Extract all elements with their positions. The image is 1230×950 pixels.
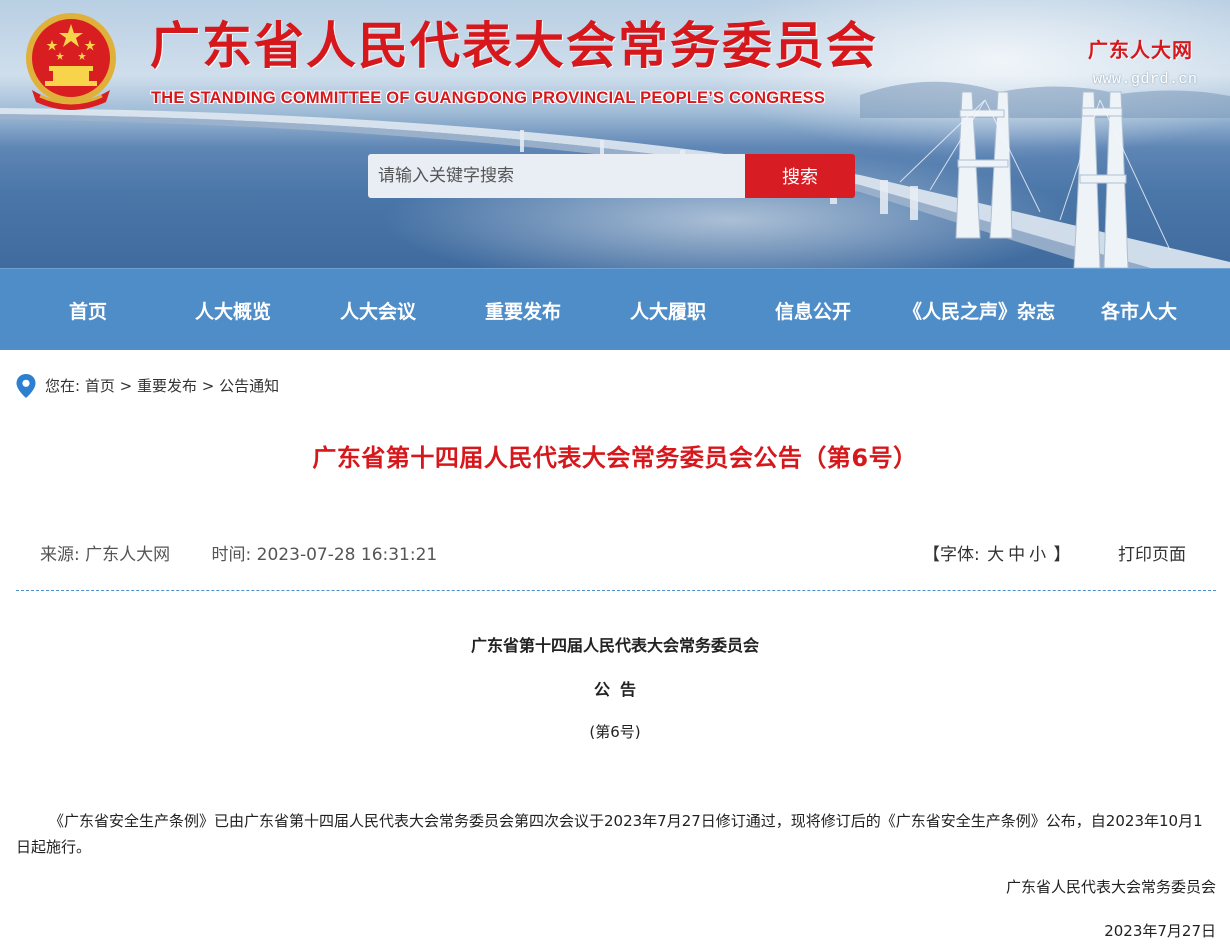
doc-date: 2023年7月27日 — [1104, 922, 1216, 940]
search-button[interactable]: 搜索 — [745, 154, 855, 198]
breadcrumb-prefix: 您在: — [45, 377, 85, 395]
doc-heading: 广东省第十四届人民代表大会常务委员会 — [470, 636, 759, 655]
breadcrumb-item-releases[interactable]: 重要发布 — [137, 377, 197, 395]
nav-item-home[interactable]: 首页 — [69, 269, 107, 350]
article-divider — [16, 590, 1216, 591]
article-title: 广东省第十四届人民代表大会常务委员会公告（第6号） — [312, 444, 918, 472]
font-size-large[interactable]: 大 — [987, 545, 1004, 565]
search-input[interactable] — [368, 154, 746, 198]
font-size-small[interactable]: 小 — [1029, 545, 1046, 565]
breadcrumb-item-home[interactable]: 首页 — [85, 377, 115, 395]
doc-body: 《广东省安全生产条例》已由广东省第十四届人民代表大会常务委员会第四次会议于202… — [16, 812, 1203, 856]
article-tools: 【字体: 大中小 】 打印页面 — [923, 540, 1186, 565]
main-nav: 首页 人大概览 人大会议 重要发布 人大履职 信息公开 《人民之声》杂志 各市人… — [0, 268, 1230, 350]
breadcrumb-item-notices[interactable]: 公告通知 — [219, 377, 279, 395]
site-name-logo[interactable]: 广东人大网 — [1088, 34, 1193, 63]
nav-item-disclosure[interactable]: 信息公开 — [775, 269, 851, 350]
location-pin-icon — [16, 374, 36, 398]
nav-item-cities[interactable]: 各市人大 — [1101, 269, 1177, 350]
site-url[interactable]: www.gdrd.cn — [1093, 71, 1198, 88]
article-source: 来源: 广东人大网 — [40, 545, 171, 565]
article-meta: 来源: 广东人大网 时间: 2023-07-28 16:31:21 — [40, 540, 437, 565]
breadcrumb-separator: > — [114, 377, 137, 395]
nav-item-duties[interactable]: 人大履职 — [630, 269, 706, 350]
font-size-medium[interactable]: 中 — [1008, 545, 1025, 565]
nav-item-magazine[interactable]: 《人民之声》杂志 — [903, 269, 1055, 350]
print-page-link[interactable]: 打印页面 — [1118, 540, 1186, 565]
breadcrumb-separator: > — [196, 377, 220, 395]
national-emblem-icon — [26, 13, 116, 110]
site-title-cn: 广东省人民代表大会常务委员会 — [150, 16, 878, 75]
site-title-en: THE STANDING COMMITTEE OF GUANGDONG PROV… — [151, 89, 826, 107]
nav-item-releases[interactable]: 重要发布 — [485, 269, 561, 350]
font-size-label-close: 】 — [1048, 545, 1071, 565]
doc-type: 公告 — [593, 680, 646, 699]
article-time: 时间: 2023-07-28 16:31:21 — [211, 545, 438, 565]
nav-item-overview[interactable]: 人大概览 — [195, 269, 271, 350]
nav-item-meetings[interactable]: 人大会议 — [340, 269, 416, 350]
header-banner: 广东省人民代表大会常务委员会 THE STANDING COMMITTEE OF… — [0, 0, 1230, 268]
doc-signature: 广东省人民代表大会常务委员会 — [1005, 878, 1216, 896]
doc-number: (第6号) — [589, 723, 641, 741]
font-size-label: 【字体: — [923, 545, 986, 565]
